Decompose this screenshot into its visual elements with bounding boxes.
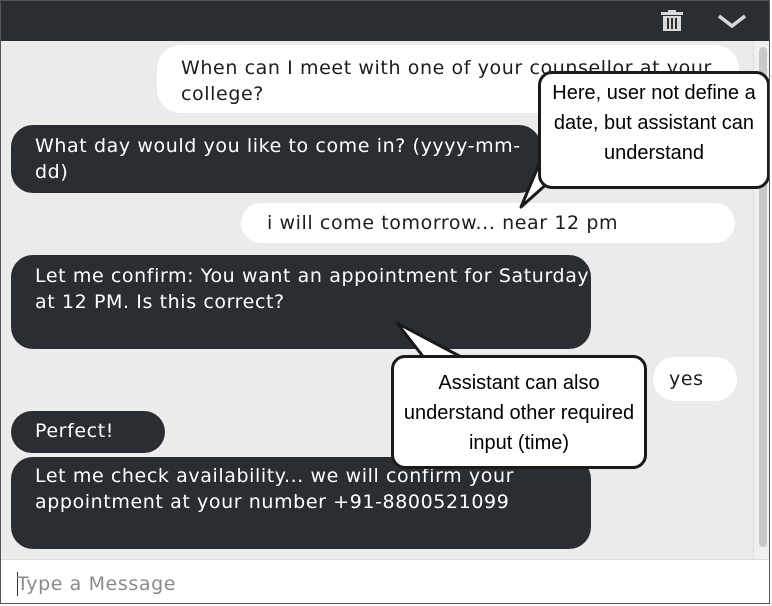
chat-header [1, 1, 769, 41]
user-message: yes [653, 357, 737, 401]
user-message: i will come tomorrow... near 12 pm [241, 203, 735, 243]
message-composer [1, 559, 769, 603]
message-input[interactable] [15, 568, 739, 600]
trash-icon[interactable] [659, 10, 685, 36]
bot-message: What day would you like to come in? (yyy… [11, 125, 541, 193]
annotation-callout: Here, user not define a date, but assist… [538, 71, 769, 189]
bot-message: Let me confirm: You want an appointment … [11, 255, 591, 349]
bot-message: Perfect! [11, 411, 165, 453]
chat-window: When can I meet with one of your counsel… [0, 0, 770, 604]
chevron-down-icon[interactable] [717, 13, 747, 33]
bot-message: Let me check availability... we will con… [11, 457, 591, 549]
annotation-callout: Assistant can also understand other requ… [391, 355, 647, 469]
